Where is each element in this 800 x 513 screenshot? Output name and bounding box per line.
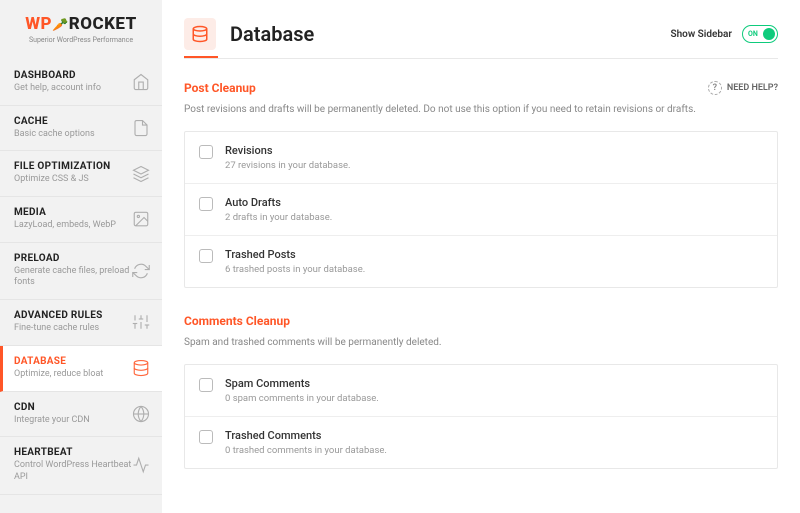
nav-title: PRELOAD — [14, 253, 132, 264]
section-title: Comments Cleanup — [184, 314, 290, 328]
home-icon — [132, 73, 150, 91]
file-icon — [132, 119, 150, 137]
nav-desc: Generate cache files, preload fonts — [14, 266, 132, 289]
option-item: Trashed Posts 6 trashed posts in your dat… — [185, 236, 777, 287]
tab-underline — [184, 56, 778, 59]
nav-title: CDN — [14, 402, 132, 413]
option-item: Auto Drafts 2 drafts in your database. — [185, 184, 777, 236]
nav-desc: Basic cache options — [14, 129, 132, 141]
section-desc: Post revisions and drafts will be perman… — [184, 103, 778, 117]
sidebar-item-preload[interactable]: PRELOAD Generate cache files, preload fon… — [0, 243, 162, 300]
sidebar: WP🥕ROCKET Superior WordPress Performance… — [0, 0, 162, 513]
checkbox[interactable] — [199, 249, 213, 263]
option-box: Spam Comments 0 spam comments in your dat… — [184, 364, 778, 469]
nav-desc: LazyLoad, embeds, WebP — [14, 220, 132, 232]
nav-desc: Integrate your CDN — [14, 415, 132, 427]
brand-logo: WP🥕ROCKET Superior WordPress Performance — [0, 0, 162, 60]
sidebar-item-advanced-rules[interactable]: ADVANCED RULES Fine-tune cache rules — [0, 300, 162, 346]
sidebar-item-cdn[interactable]: CDN Integrate your CDN — [0, 392, 162, 438]
nav-title: MEDIA — [14, 207, 132, 218]
sidebar-item-dashboard[interactable]: DASHBOARD Get help, account info — [0, 60, 162, 106]
nav-desc: Get help, account info — [14, 83, 132, 95]
globe-icon — [132, 405, 150, 423]
database-icon — [132, 359, 150, 377]
database-icon — [184, 18, 216, 50]
sidebar-item-cache[interactable]: CACHE Basic cache options — [0, 106, 162, 152]
option-sub: 2 drafts in your database. — [225, 212, 763, 223]
nav-title: HEARTBEAT — [14, 447, 132, 458]
option-sub: 0 spam comments in your database. — [225, 393, 763, 404]
sidebar-item-heartbeat[interactable]: HEARTBEAT Control WordPress Heartbeat API — [0, 437, 162, 494]
option-sub: 27 revisions in your database. — [225, 160, 763, 171]
page-header: Database Show Sidebar ON — [184, 18, 778, 50]
sidebar-item-database[interactable]: DATABASE Optimize, reduce bloat — [0, 346, 162, 392]
option-title: Trashed Posts — [225, 248, 763, 261]
option-title: Spam Comments — [225, 377, 763, 390]
refresh-icon — [132, 262, 150, 280]
checkbox[interactable] — [199, 197, 213, 211]
option-box: Revisions 27 revisions in your database. A… — [184, 131, 778, 288]
checkbox[interactable] — [199, 145, 213, 159]
option-sub: 6 trashed posts in your database. — [225, 264, 763, 275]
checkbox[interactable] — [199, 378, 213, 392]
heartbeat-icon — [132, 456, 150, 474]
nav-desc: Optimize, reduce bloat — [14, 369, 132, 381]
image-icon — [132, 210, 150, 228]
option-item: Trashed Comments 0 trashed comments in yo… — [185, 417, 777, 468]
option-title: Auto Drafts — [225, 196, 763, 209]
nav-title: DASHBOARD — [14, 70, 132, 81]
show-sidebar-label: Show Sidebar — [670, 29, 732, 40]
nav-title: CACHE — [14, 116, 132, 127]
option-sub: 0 trashed comments in your database. — [225, 445, 763, 456]
option-title: Revisions — [225, 144, 763, 157]
sliders-icon — [132, 313, 150, 331]
need-help-link[interactable]: ?NEED HELP? — [708, 81, 778, 95]
nav-desc: Control WordPress Heartbeat API — [14, 460, 132, 483]
option-item: Spam Comments 0 spam comments in your dat… — [185, 365, 777, 417]
checkbox[interactable] — [199, 430, 213, 444]
nav-title: DATABASE — [14, 356, 132, 367]
section-title: Post Cleanup — [184, 81, 256, 95]
main-content: Database Show Sidebar ON Post Cleanup ?NE… — [162, 0, 800, 513]
show-sidebar-toggle[interactable]: ON — [742, 25, 778, 43]
section-desc: Spam and trashed comments will be perman… — [184, 336, 778, 350]
option-title: Trashed Comments — [225, 429, 763, 442]
sidebar-item-media[interactable]: MEDIA LazyLoad, embeds, WebP — [0, 197, 162, 243]
nav-title: FILE OPTIMIZATION — [14, 161, 132, 172]
sidebar-nav: DASHBOARD Get help, account info CACHE Basi… — [0, 60, 162, 513]
page-title: Database — [230, 22, 314, 46]
nav-title: ADVANCED RULES — [14, 310, 132, 321]
layers-icon — [132, 165, 150, 183]
help-icon: ? — [708, 81, 722, 95]
nav-desc: Fine-tune cache rules — [14, 323, 132, 335]
option-item: Revisions 27 revisions in your database. — [185, 132, 777, 184]
nav-desc: Optimize CSS & JS — [14, 174, 132, 186]
sidebar-item-file-optimization[interactable]: FILE OPTIMIZATION Optimize CSS & JS — [0, 151, 162, 197]
